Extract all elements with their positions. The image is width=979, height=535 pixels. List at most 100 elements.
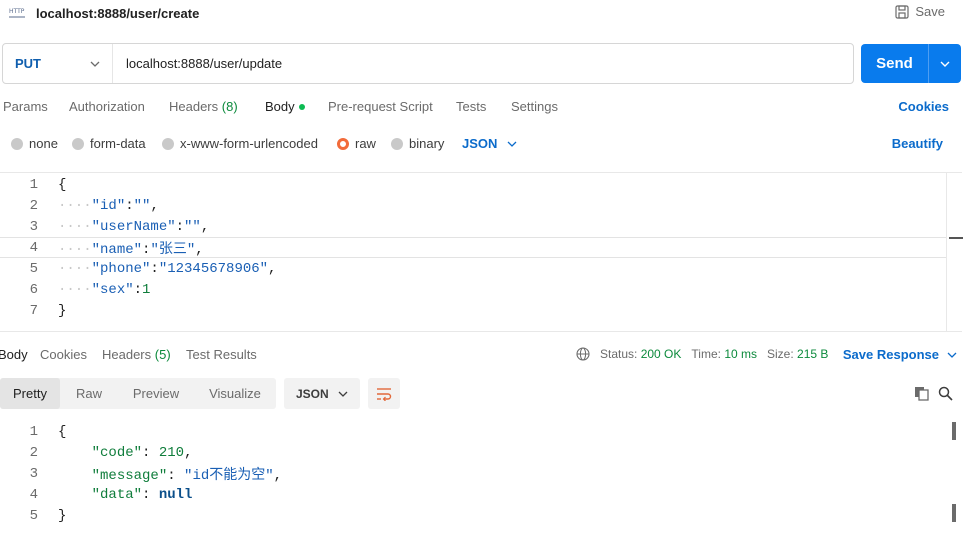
method-label: PUT bbox=[15, 56, 41, 71]
radio-none[interactable]: none bbox=[11, 136, 58, 151]
chevron-down-icon bbox=[947, 352, 957, 358]
editor-scrollbar[interactable] bbox=[946, 173, 963, 331]
line-number: 3 bbox=[29, 218, 38, 235]
response-scrollbar[interactable] bbox=[946, 420, 962, 535]
radio-raw[interactable]: raw bbox=[337, 136, 376, 151]
response-view-modes: Pretty Raw Preview Visualize bbox=[0, 378, 276, 409]
code-text: "code": 210, bbox=[91, 444, 193, 461]
save-response-button[interactable]: Save Response bbox=[843, 347, 957, 362]
line-number: 3 bbox=[29, 465, 38, 482]
tab-params[interactable]: Params bbox=[3, 99, 48, 114]
code-line: 1 { bbox=[0, 174, 946, 195]
code-line: 1 { bbox=[0, 421, 946, 442]
line-number: 7 bbox=[29, 302, 38, 319]
radio-circle-selected bbox=[337, 137, 349, 150]
tab-settings[interactable]: Settings bbox=[511, 99, 558, 114]
line-number: 4 bbox=[29, 239, 38, 256]
copy-icon[interactable] bbox=[914, 386, 929, 401]
status-info[interactable]: Status: 200 OK bbox=[600, 347, 681, 361]
body-format-label: JSON bbox=[462, 136, 498, 151]
tab-tests[interactable]: Tests bbox=[456, 99, 486, 114]
request-body-editor[interactable]: 1 { 2 ····"id":"", 3 ····"userName":"", … bbox=[0, 172, 963, 332]
cookies-link[interactable]: Cookies bbox=[898, 99, 949, 114]
request-tabs: Params Authorization Headers (8) Body Pr… bbox=[0, 99, 979, 119]
beautify-button[interactable]: Beautify bbox=[892, 136, 943, 151]
scroll-marker bbox=[952, 504, 956, 522]
radio-label: none bbox=[29, 136, 58, 151]
radio-circle bbox=[11, 137, 23, 150]
code-text: } bbox=[58, 507, 67, 524]
code-text: ····"phone":"12345678906", bbox=[58, 260, 277, 277]
resp-tab-body[interactable]: Body bbox=[0, 347, 28, 362]
url-bar: PUT bbox=[2, 43, 854, 84]
code-text: ····"name":"张三", bbox=[58, 241, 204, 258]
code-line: 5 } bbox=[0, 505, 946, 526]
request-tab-title[interactable]: localhost:8888/user/create bbox=[36, 6, 199, 21]
radio-label: x-www-form-urlencoded bbox=[180, 136, 318, 151]
tab-body[interactable]: Body bbox=[265, 99, 305, 114]
svg-text:HTTP: HTTP bbox=[9, 8, 25, 15]
line-number: 2 bbox=[29, 197, 38, 214]
url-input[interactable] bbox=[113, 44, 853, 83]
code-line: 3 "message": "id不能为空", bbox=[0, 463, 946, 484]
resp-tab-headers-count: (5) bbox=[154, 347, 171, 362]
tab-headers[interactable]: Headers (8) bbox=[169, 99, 238, 114]
line-number: 5 bbox=[29, 507, 38, 524]
body-format-select[interactable]: JSON bbox=[462, 136, 517, 151]
save-icon bbox=[895, 4, 909, 19]
code-text: ····"id":"", bbox=[58, 197, 159, 214]
line-number: 2 bbox=[29, 444, 38, 461]
code-line: 6 ····"sex":1 bbox=[0, 279, 946, 300]
wrap-lines-button[interactable] bbox=[368, 378, 400, 409]
resp-tab-cookies[interactable]: Cookies bbox=[40, 347, 87, 362]
radio-circle bbox=[72, 137, 84, 150]
view-preview[interactable]: Preview bbox=[118, 378, 194, 409]
code-text: "message": "id不能为空", bbox=[91, 467, 283, 484]
save-label: Save bbox=[915, 4, 945, 19]
code-line: 2 "code": 210, bbox=[0, 442, 946, 463]
radio-urlencoded[interactable]: x-www-form-urlencoded bbox=[162, 136, 318, 151]
response-format-select[interactable]: JSON bbox=[284, 378, 360, 409]
radio-label: raw bbox=[355, 136, 376, 151]
response-meta: Status: 200 OK Time: 10 ms Size: 215 B bbox=[576, 347, 828, 361]
code-text: ····"userName":"", bbox=[58, 218, 210, 235]
radio-circle bbox=[162, 137, 174, 150]
size-info[interactable]: Size: 215 B bbox=[767, 347, 828, 361]
chevron-down-icon bbox=[90, 61, 100, 67]
globe-icon[interactable] bbox=[576, 347, 590, 361]
radio-binary[interactable]: binary bbox=[391, 136, 444, 151]
line-number: 1 bbox=[29, 423, 38, 440]
resp-tab-test-results[interactable]: Test Results bbox=[186, 347, 257, 362]
code-line: 5 ····"phone":"12345678906", bbox=[0, 258, 946, 279]
radio-form-data[interactable]: form-data bbox=[72, 136, 146, 151]
tab-headers-count: (8) bbox=[221, 99, 238, 114]
view-raw[interactable]: Raw bbox=[60, 378, 118, 409]
radio-label: form-data bbox=[90, 136, 146, 151]
chevron-down-icon bbox=[940, 61, 950, 67]
scroll-marker bbox=[952, 422, 956, 440]
save-response-label: Save Response bbox=[842, 347, 939, 362]
body-indicator-dot bbox=[298, 103, 305, 110]
tab-authorization[interactable]: Authorization bbox=[69, 99, 145, 114]
code-text: ····"sex":1 bbox=[58, 281, 151, 298]
chevron-down-icon bbox=[338, 391, 348, 397]
method-select[interactable]: PUT bbox=[3, 44, 113, 83]
save-button[interactable]: Save bbox=[895, 4, 945, 19]
tab-headers-label: Headers bbox=[169, 99, 219, 114]
response-body-viewer: 1 { 2 "code": 210, 3 "message": "id不能为空"… bbox=[0, 420, 962, 535]
tab-body-label: Body bbox=[265, 99, 295, 114]
resp-tab-headers[interactable]: Headers (5) bbox=[102, 347, 171, 362]
search-icon[interactable] bbox=[938, 386, 953, 401]
view-visualize[interactable]: Visualize bbox=[194, 378, 276, 409]
tab-prerequest-script[interactable]: Pre-request Script bbox=[328, 99, 433, 114]
code-line: 7 } bbox=[0, 300, 946, 321]
line-number: 4 bbox=[29, 486, 38, 503]
time-info[interactable]: Time: 10 ms bbox=[691, 347, 757, 361]
view-pretty[interactable]: Pretty bbox=[0, 378, 60, 409]
send-options-button[interactable] bbox=[929, 44, 961, 83]
response-format-label: JSON bbox=[296, 386, 329, 401]
send-button[interactable]: Send bbox=[861, 44, 961, 83]
response-tabs: Body Cookies Headers (5) Test Results bbox=[0, 347, 979, 367]
wrap-lines-icon bbox=[377, 387, 392, 401]
code-text: "data": null bbox=[91, 486, 193, 503]
